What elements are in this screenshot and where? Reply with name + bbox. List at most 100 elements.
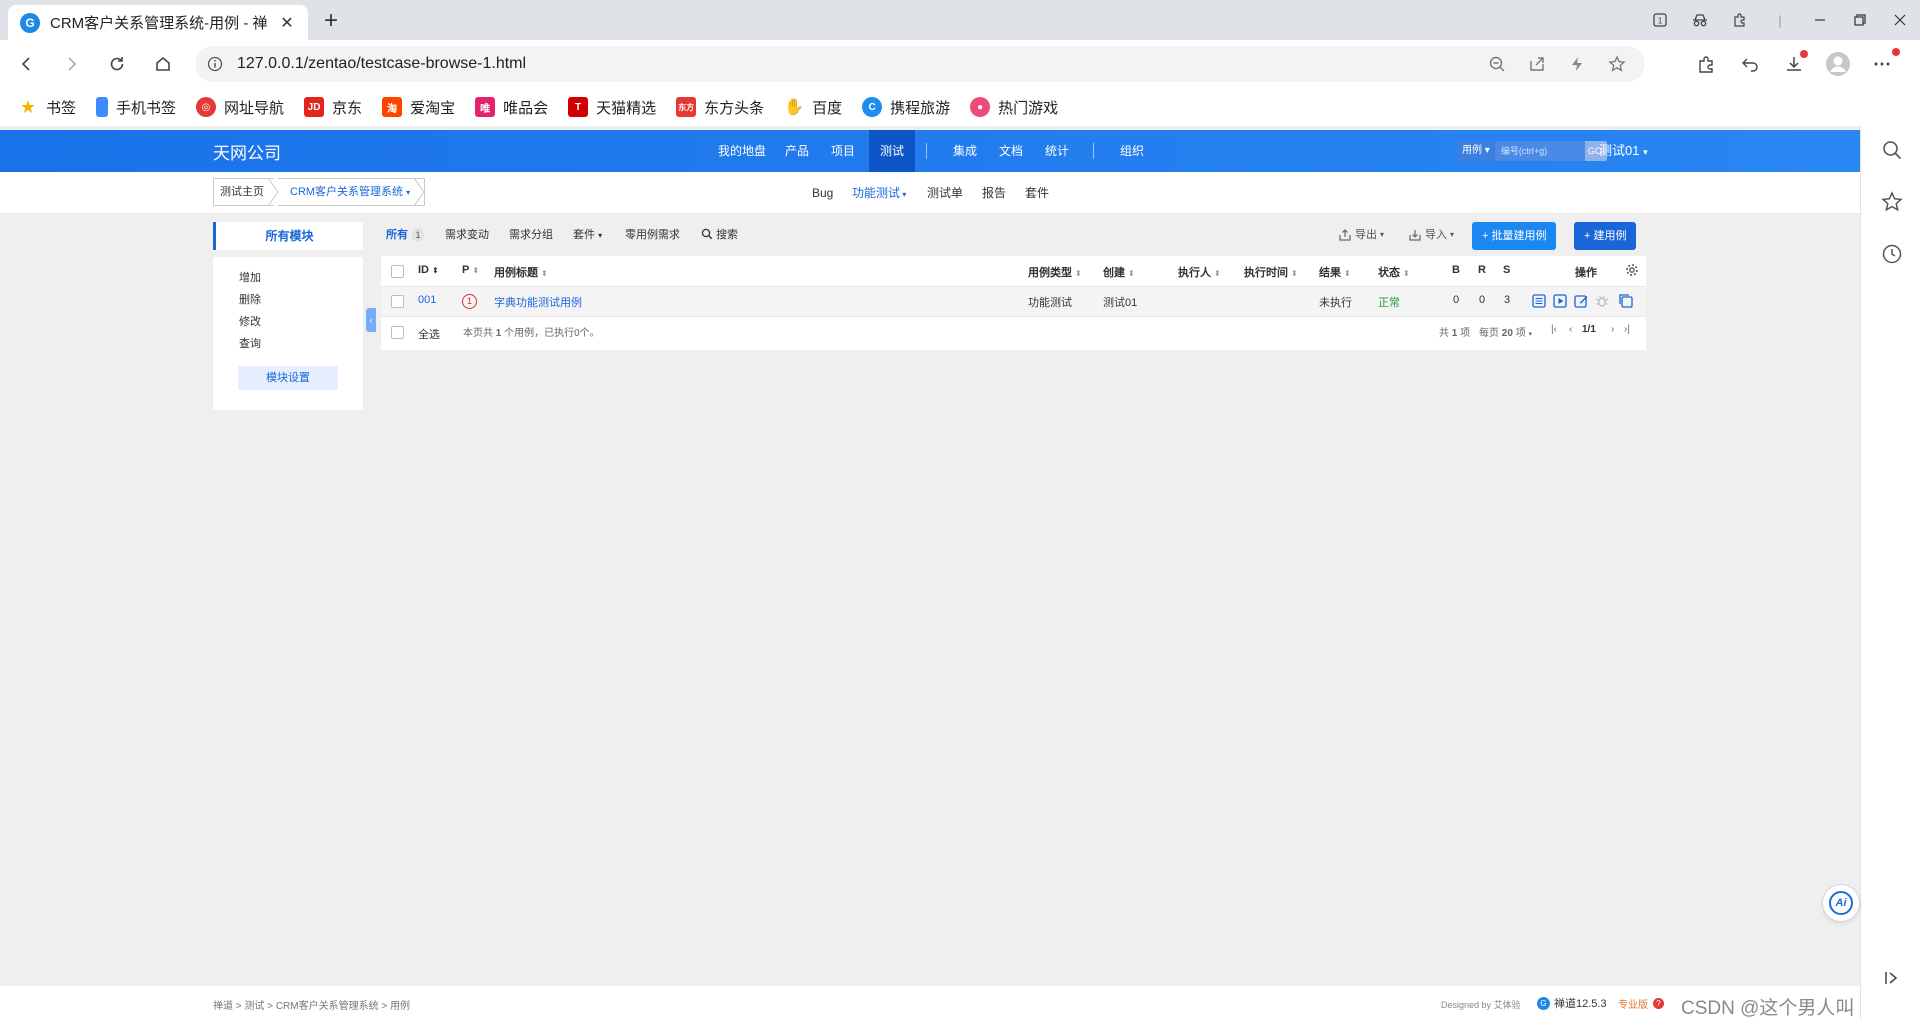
nav-test[interactable]: 测试: [869, 130, 916, 172]
download-icon[interactable]: [1776, 46, 1812, 82]
filter-req-group[interactable]: 需求分组: [509, 224, 553, 246]
col-result[interactable]: 结果 ⬍: [1319, 264, 1351, 280]
nav-company[interactable]: 组织: [1112, 130, 1152, 172]
close-window-icon[interactable]: [1880, 0, 1920, 40]
nav-doc[interactable]: 文档: [991, 130, 1031, 172]
footer-select-all-checkbox[interactable]: [391, 326, 404, 339]
module-item-delete[interactable]: 删除: [239, 291, 261, 307]
prev-page-icon[interactable]: ‹: [1569, 324, 1572, 335]
col-type[interactable]: 用例类型 ⬍: [1028, 264, 1082, 280]
select-all-label[interactable]: 全选: [418, 326, 440, 342]
col-creator[interactable]: 创建 ⬍: [1103, 264, 1135, 280]
breadcrumb-product[interactable]: CRM客户关系管理系统 ▾: [278, 178, 426, 206]
module-setting-button[interactable]: 模块设置: [238, 366, 338, 390]
new-tab-button[interactable]: +: [316, 7, 346, 35]
col-title[interactable]: 用例标题 ⬍: [494, 264, 548, 280]
zoom-icon[interactable]: [1481, 48, 1513, 80]
bookmark-item[interactable]: JD 京东: [304, 97, 362, 118]
profile-avatar-icon[interactable]: [1820, 46, 1856, 82]
subnav-bug[interactable]: Bug: [812, 172, 833, 214]
nav-report[interactable]: 统计: [1037, 130, 1077, 172]
subnav-testtask[interactable]: 测试单: [927, 172, 963, 214]
reload-icon[interactable]: [102, 49, 132, 79]
lightning-icon[interactable]: [1561, 48, 1593, 80]
favorite-star-icon[interactable]: [1601, 48, 1633, 80]
footer-crumb-product[interactable]: CRM客户关系管理系统: [276, 1001, 379, 1012]
run-case-play-icon[interactable]: [1552, 293, 1568, 309]
forward-icon[interactable]: [56, 49, 86, 79]
bookmark-item[interactable]: 东方 东方头条: [676, 97, 764, 118]
bookmark-item[interactable]: ✋ 百度: [784, 97, 842, 118]
export-button[interactable]: 导出 ▾: [1338, 224, 1384, 246]
nav-project[interactable]: 项目: [823, 130, 863, 172]
bookmark-item[interactable]: T 天猫精选: [568, 97, 656, 118]
last-page-icon[interactable]: ›|: [1624, 324, 1630, 335]
search-input[interactable]: 编号(ctrl+g): [1494, 141, 1585, 161]
bookmark-item[interactable]: ★ 书签: [18, 97, 76, 118]
bookmark-item[interactable]: 唯唯品会: [475, 97, 548, 118]
footer-crumb-zentao[interactable]: 禅道: [213, 1001, 233, 1012]
search-toggle[interactable]: 搜索: [701, 224, 738, 246]
nav-my[interactable]: 我的地盘: [710, 130, 774, 172]
filter-req-change[interactable]: 需求变动: [445, 224, 489, 246]
ai-assistant-button[interactable]: Ai: [1822, 884, 1860, 922]
help-icon[interactable]: ?: [1653, 998, 1664, 1009]
module-title[interactable]: 所有模块: [213, 222, 363, 250]
footer-crumb-test[interactable]: 测试: [244, 1001, 264, 1012]
module-item-add[interactable]: 增加: [239, 269, 261, 285]
edit-case-icon[interactable]: [1573, 293, 1589, 309]
favorites-star-icon[interactable]: [1880, 190, 1904, 214]
more-menu-icon[interactable]: [1864, 46, 1900, 82]
home-icon[interactable]: [148, 49, 178, 79]
filter-all[interactable]: 所有 1: [386, 224, 424, 246]
subnav-suite[interactable]: 套件: [1025, 172, 1049, 214]
zentao-version[interactable]: G 禅道12.5.3: [1537, 995, 1607, 1011]
bookmark-item[interactable]: 手机书签: [96, 97, 176, 118]
extensions-icon[interactable]: [1688, 46, 1724, 82]
url-bar[interactable]: 127.0.0.1/zentao/testcase-browse-1.html: [195, 46, 1645, 82]
col-id[interactable]: ID ⬍: [418, 264, 439, 276]
collapse-sidebar-icon[interactable]: ‹: [366, 308, 376, 332]
case-title[interactable]: 字典功能测试用例: [494, 294, 582, 310]
bookmark-item[interactable]: ● 热门游戏: [970, 97, 1058, 118]
col-pri[interactable]: P ⬍: [462, 264, 479, 276]
breadcrumb-test-home[interactable]: 测试主页: [213, 178, 274, 206]
first-page-icon[interactable]: |‹: [1551, 324, 1557, 335]
create-case-button[interactable]: + 建用例: [1574, 222, 1637, 250]
close-tab-icon[interactable]: ✕: [276, 12, 298, 34]
col-status[interactable]: 状态 ⬍: [1378, 264, 1410, 280]
history-clock-icon[interactable]: [1880, 242, 1904, 266]
edition-badge[interactable]: 专业版: [1618, 996, 1648, 1011]
bookmark-item[interactable]: 淘爱淘宝: [382, 97, 455, 118]
filter-zero-case[interactable]: 零用例需求: [625, 224, 680, 246]
module-item-edit[interactable]: 修改: [239, 313, 261, 329]
nav-product[interactable]: 产品: [777, 130, 817, 172]
bookmark-item[interactable]: C 携程旅游: [862, 97, 950, 118]
col-exec-time[interactable]: 执行时间 ⬍: [1244, 264, 1298, 280]
row-checkbox[interactable]: [391, 295, 404, 308]
import-button[interactable]: 导入 ▾: [1408, 224, 1454, 246]
tab-count-icon[interactable]: 1: [1640, 0, 1680, 40]
module-item-query[interactable]: 查询: [239, 335, 261, 351]
bookmark-item[interactable]: ◎ 网址导航: [196, 97, 284, 118]
create-bug-list-icon[interactable]: [1531, 293, 1547, 309]
share-icon[interactable]: [1521, 48, 1553, 80]
batch-create-case-button[interactable]: + 批量建用例: [1472, 222, 1557, 250]
site-info-icon[interactable]: [207, 56, 223, 72]
browser-tab[interactable]: G CRM客户关系管理系统-用例 - 禅 ✕: [8, 5, 308, 40]
undo-icon[interactable]: [1732, 46, 1768, 82]
minimize-icon[interactable]: [1800, 0, 1840, 40]
search-icon[interactable]: [1880, 138, 1904, 162]
url-text[interactable]: 127.0.0.1/zentao/testcase-browse-1.html: [237, 55, 526, 73]
back-icon[interactable]: [12, 49, 42, 79]
nav-ci[interactable]: 集成: [945, 130, 985, 172]
table-settings-gear-icon[interactable]: [1625, 263, 1639, 277]
case-id[interactable]: 001: [418, 294, 436, 306]
next-page-icon[interactable]: ›: [1611, 324, 1614, 335]
user-menu[interactable]: 测试01 ▾: [1599, 130, 1648, 173]
per-page-select[interactable]: 每页 20 项 ▾: [1479, 324, 1532, 339]
col-executor[interactable]: 执行人 ⬍: [1178, 264, 1221, 280]
copy-case-icon[interactable]: [1618, 293, 1634, 309]
subnav-report[interactable]: 报告: [982, 172, 1006, 214]
extension-puzzle-icon[interactable]: [1720, 0, 1760, 40]
